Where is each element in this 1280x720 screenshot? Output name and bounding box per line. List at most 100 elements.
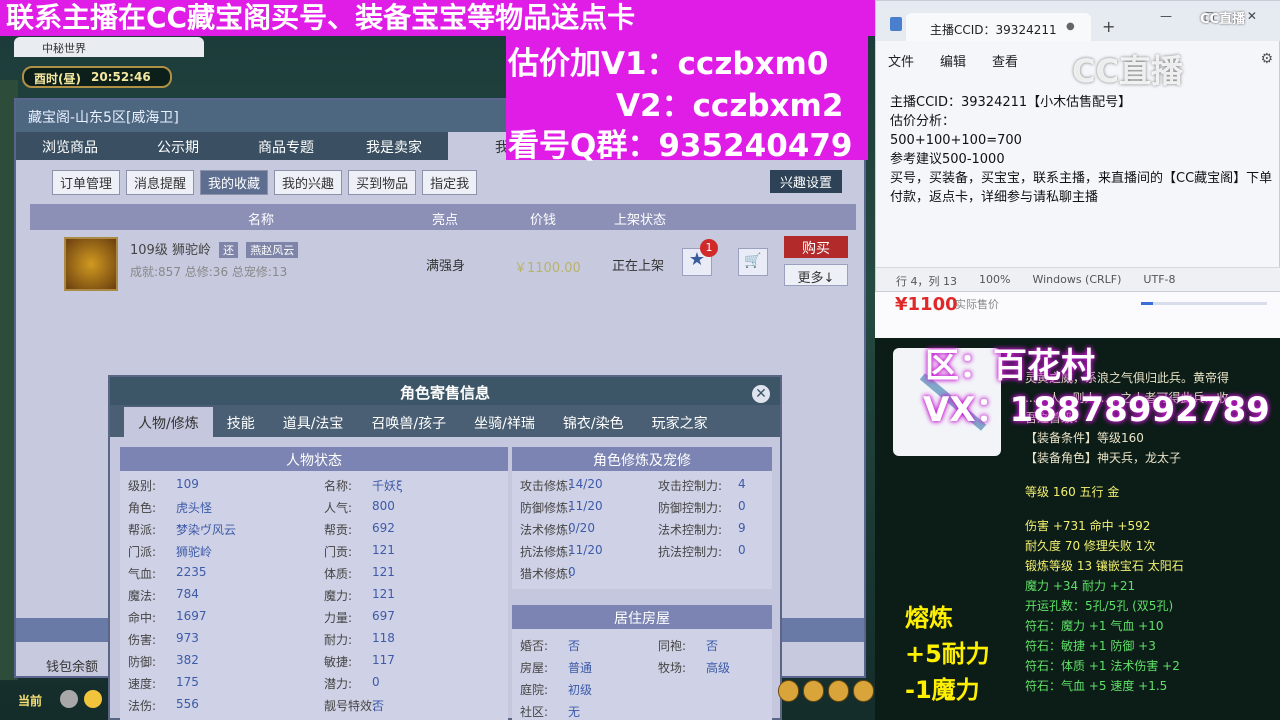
stat-value: 普通 [568, 661, 593, 675]
shortcut-icon-2[interactable] [803, 680, 824, 702]
equipment-line-gap [1025, 468, 1275, 482]
stat-value: 121 [372, 587, 395, 601]
game-window-tab[interactable]: 中秘世界 [14, 37, 204, 57]
stat-value: 0 [738, 499, 746, 513]
stat-value: 千妖ξ [372, 479, 403, 493]
stat-row: 攻击控制力: 4 [658, 477, 746, 494]
menu-file[interactable]: 文件 [888, 51, 914, 70]
stat-row: 帮派: 梦染ヴ风云 [128, 521, 236, 538]
stat-row: 抗法修炼: 11/20 [520, 543, 603, 560]
stat-key: 婚否: [520, 639, 549, 653]
stat-value: 否 [372, 699, 385, 713]
tab-outfits[interactable]: 锦衣/染色 [549, 407, 638, 437]
wallet-label: 钱包余额 [46, 660, 99, 675]
col-status: 上架状态 [614, 213, 667, 228]
notepad-tab[interactable]: 主播CCID：39324211 [906, 13, 1091, 41]
nav-browse[interactable]: 浏览商品 [16, 132, 124, 160]
close-icon[interactable]: ✕ [750, 383, 772, 405]
subtab-orders[interactable]: 订单管理 [52, 170, 121, 195]
stat-value: 117 [372, 653, 395, 667]
cart-button[interactable]: 🛒 [738, 248, 768, 276]
notepad-menu: 文件 编辑 查看 [888, 51, 1018, 70]
more-button[interactable]: 更多↓ [784, 264, 848, 286]
stat-row: 同袍: 否 [658, 637, 718, 654]
stat-key: 社区: [520, 705, 549, 719]
stat-value: 否 [706, 639, 719, 653]
tab-items[interactable]: 道具/法宝 [269, 407, 358, 437]
shortcut-icon-1[interactable] [778, 680, 799, 702]
stat-row: 人气: 800 [324, 499, 395, 516]
forge-note: 熔炼 +5耐力 -1魔力 [905, 600, 990, 708]
subtab-favorites[interactable]: 我的收藏 [200, 170, 269, 195]
subtab-purchased[interactable]: 买到物品 [348, 170, 417, 195]
stat-row: 级别: 109 [128, 477, 199, 494]
notepad-app-icon [890, 17, 902, 31]
settings-gear-icon[interactable]: ⚙ [1260, 51, 1273, 67]
item-status: 正在上架 [612, 259, 665, 274]
tab-skills[interactable]: 技能 [213, 407, 269, 437]
buy-button[interactable]: 购买 [784, 236, 848, 258]
game-clock: 酉时(昼) 20:52:46 [22, 66, 172, 88]
stat-key: 抗法控制力: [658, 545, 723, 559]
cultivation-panel-title: 角色修炼及宠修 [512, 447, 772, 471]
subtab-assigned[interactable]: 指定我 [422, 170, 478, 195]
notepad-line: 500+100+100=700 [890, 133, 1022, 148]
item-stats: 成就:857 总修:36 总宠修:13 [130, 265, 288, 279]
tab-summons[interactable]: 召唤兽/孩子 [357, 407, 460, 437]
forge-line: 熔炼 [905, 604, 953, 632]
menu-view[interactable]: 查看 [992, 51, 1018, 70]
current-channel-label[interactable]: 当前 [18, 692, 42, 709]
stat-row: 防御控制力: 0 [658, 499, 746, 516]
shortcut-icon-3[interactable] [828, 680, 849, 702]
tab-character[interactable]: 人物/修炼 [124, 407, 213, 437]
list-item[interactable]: 109级 狮驼岭 还 燕赵风云 成就:857 总修:36 总宠修:13 满强身 … [30, 231, 856, 293]
interest-settings-button[interactable]: 兴趣设置 [770, 170, 843, 193]
menu-edit[interactable]: 编辑 [940, 51, 966, 70]
nav-topics[interactable]: 商品专题 [232, 132, 340, 160]
tab-mounts[interactable]: 坐骑/祥瑞 [460, 407, 549, 437]
item-name: 109级 狮驼岭 [130, 243, 211, 258]
subtab-interests[interactable]: 我的兴趣 [274, 170, 343, 195]
stat-row: 伤害: 973 [128, 631, 199, 648]
stat-key: 速度: [128, 677, 157, 691]
tab-close-icon[interactable]: ● [1066, 21, 1075, 32]
stat-value: 0 [738, 543, 746, 557]
status-panel-title: 人物状态 [120, 447, 508, 471]
equipment-line-gap [1025, 502, 1275, 516]
stat-key: 法伤: [128, 699, 157, 713]
stat-row: 牧场: 高级 [658, 659, 730, 676]
stat-row: 魔法: 784 [128, 587, 199, 604]
notepad-tab-title: 主播CCID：39324211 [930, 23, 1057, 37]
equipment-tooltip: 灵黄之威，系浪之气俱归此兵。黄帝得 ...，人，则人……之人者可得此兵…收 吾之首级… [875, 338, 1280, 720]
item-tag-return: 还 [219, 242, 239, 258]
microphone-icon[interactable] [60, 690, 78, 708]
stat-row: 命中: 1697 [128, 609, 207, 626]
stat-value: 0 [568, 565, 576, 579]
character-avatar[interactable] [64, 237, 118, 291]
stat-key: 名称: [324, 479, 353, 493]
stat-value: 121 [372, 565, 395, 579]
stat-value: 175 [176, 675, 199, 689]
strip-price: ¥1100 [895, 294, 958, 315]
stat-value: 9 [738, 521, 746, 535]
price-v1: 估价加V1：cczbxm0 [508, 46, 829, 82]
game-bottom-bar: 当前 [14, 686, 114, 716]
stat-row: 防御修炼: 11/20 [520, 499, 603, 516]
equipment-line: 符石：魔力 +1 气血 +10 [1025, 619, 1164, 633]
nav-seller[interactable]: 我是卖家 [340, 132, 448, 160]
emoji-icon[interactable] [84, 690, 102, 708]
stat-row: 庭院: 初级 [520, 681, 592, 698]
tab-home[interactable]: 玩家之家 [638, 407, 722, 437]
stat-key: 级别: [128, 479, 157, 493]
notepad-window: 主播CCID：39324211 ● + — ▢ ✕ 文件 编辑 查看 ⚙ 主播C… [875, 0, 1280, 292]
new-tab-icon[interactable]: + [1102, 17, 1115, 36]
stat-key: 攻击控制力: [658, 479, 723, 493]
subtab-messages[interactable]: 消息提醒 [126, 170, 195, 195]
price-contact-box: 估价加V1：cczbxm0 V2：cczbxm2 看号Q群：935240479 [506, 36, 868, 164]
stat-key: 抗法修炼: [520, 545, 573, 559]
nav-public[interactable]: 公示期 [124, 132, 232, 160]
notepad-text[interactable]: 主播CCID：39324211【小木估售配号】 估价分析： 500+100+10… [890, 93, 1276, 207]
shortcut-icon-4[interactable] [853, 680, 874, 702]
stat-row: 抗法控制力: 0 [658, 543, 746, 560]
stat-key: 力量: [324, 611, 353, 625]
